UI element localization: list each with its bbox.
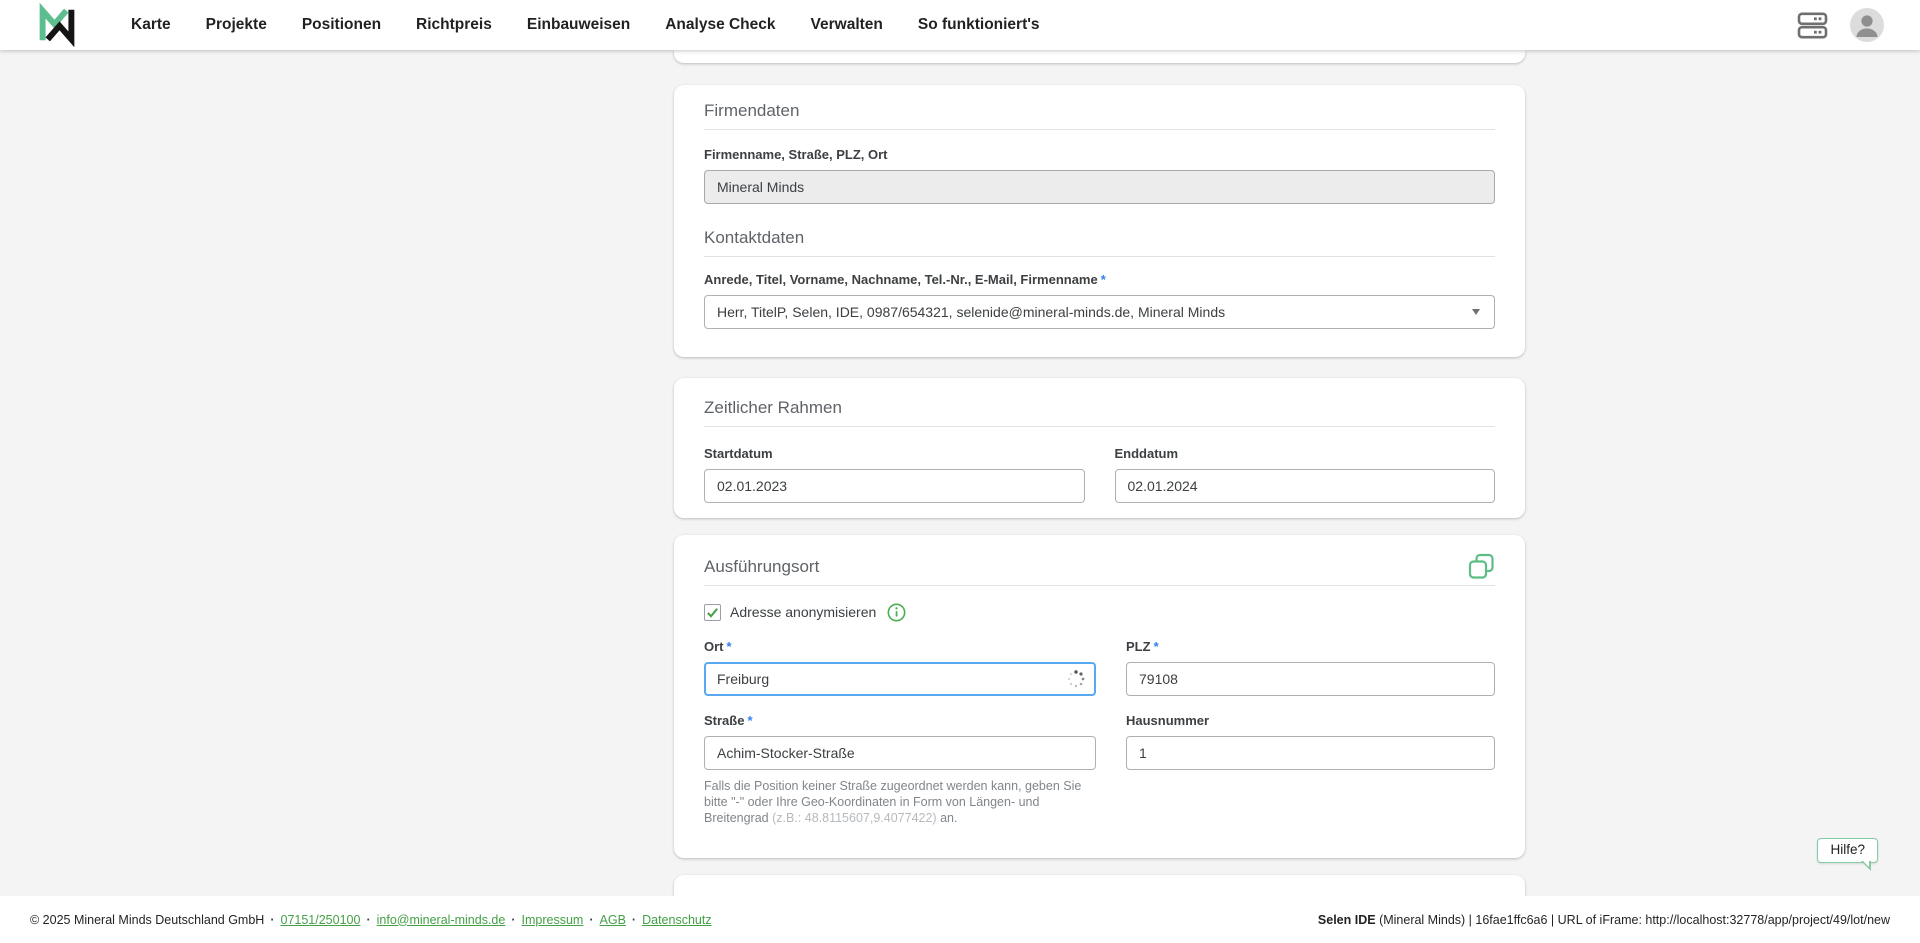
card-partial-top [674, 50, 1525, 63]
strasse-label: Straße* [704, 714, 1096, 728]
divider [704, 129, 1495, 130]
hausnummer-field: Hausnummer [1126, 714, 1495, 826]
footer-link-agb[interactable]: AGB [600, 913, 626, 927]
person-icon [1850, 8, 1884, 42]
section-title-ausfuehrungsort: Ausführungsort [704, 557, 819, 577]
nav-item-projekte[interactable]: Projekte [206, 16, 267, 34]
hint-example: (z.B.: 48.8115607,9.4077422) [772, 811, 936, 825]
navbar-right-actions [1797, 8, 1884, 42]
form-column: Firmendaten Firmenname, Straße, PLZ, Ort… [674, 50, 1525, 905]
server-rack-icon[interactable] [1797, 12, 1828, 39]
card-firmendaten: Firmendaten Firmenname, Straße, PLZ, Ort… [674, 85, 1525, 357]
divider [704, 426, 1495, 427]
required-marker: * [747, 713, 752, 728]
required-marker: * [1154, 639, 1159, 654]
ort-field: Ort* [704, 640, 1096, 696]
required-marker: * [727, 639, 732, 654]
footer-link-datenschutz[interactable]: Datenschutz [642, 913, 711, 927]
anonymize-checkbox[interactable] [704, 604, 721, 621]
status-line: Selen IDE (Mineral Minds) | 16fae1ffc6a6… [1318, 913, 1890, 927]
startdatum-label: Startdatum [704, 447, 1085, 461]
strasse-hint: Falls die Position keiner Straße zugeord… [704, 778, 1096, 826]
separator-dot: · [511, 913, 515, 927]
footer: © 2025 Mineral Minds Deutschland GmbH · … [0, 896, 1920, 943]
anonymize-row: Adresse anonymisieren [704, 602, 1495, 622]
user-avatar[interactable] [1850, 8, 1884, 42]
card-ausfuehrungsort: Ausführungsort Adresse anonymisieren [674, 535, 1525, 858]
contact-field-label-text: Anrede, Titel, Vorname, Nachname, Tel.-N… [704, 272, 1098, 287]
info-icon [887, 603, 906, 622]
divider [704, 256, 1495, 257]
hausnummer-input[interactable] [1126, 736, 1495, 770]
chevron-down-icon [1472, 309, 1480, 315]
main-navigation: Karte Projekte Positionen Richtpreis Ein… [131, 16, 1040, 34]
startdatum-field: Startdatum [704, 447, 1085, 503]
company-input[interactable] [704, 170, 1495, 204]
nav-item-so-funktionierts[interactable]: So funktioniert's [918, 16, 1040, 34]
divider [704, 585, 1495, 586]
info-button[interactable] [887, 603, 906, 622]
strasse-label-text: Straße [704, 713, 744, 728]
nav-item-karte[interactable]: Karte [131, 16, 171, 34]
ort-label: Ort* [704, 640, 1096, 654]
copy-icon [1468, 553, 1495, 580]
footer-link-phone[interactable]: 07151/250100 [281, 913, 361, 927]
plz-input[interactable] [1126, 662, 1495, 696]
separator-dot: · [589, 913, 593, 927]
plz-field: PLZ* [1126, 640, 1495, 696]
nav-item-positionen[interactable]: Positionen [302, 16, 381, 34]
nav-item-richtpreis[interactable]: Richtpreis [416, 16, 492, 34]
separator-dot: · [270, 913, 274, 927]
status-app-name: Selen IDE [1318, 913, 1376, 927]
nav-item-einbauweisen[interactable]: Einbauweisen [527, 16, 630, 34]
contact-select[interactable]: Herr, TitelP, Selen, IDE, 0987/654321, s… [704, 295, 1495, 329]
ort-input[interactable] [704, 662, 1096, 696]
copyright-text: © 2025 Mineral Minds Deutschland GmbH [30, 913, 264, 927]
contact-field-label: Anrede, Titel, Vorname, Nachname, Tel.-N… [704, 273, 1495, 287]
card-zeitlicher-rahmen: Zeitlicher Rahmen Startdatum Enddatum [674, 378, 1525, 518]
status-detail: (Mineral Minds) | 16fae1ffc6a6 | URL of … [1376, 913, 1890, 927]
hint-suffix: an. [937, 811, 958, 825]
section-title-zeitlicher-rahmen: Zeitlicher Rahmen [704, 398, 1495, 418]
mineral-minds-logo[interactable] [35, 3, 79, 47]
startdatum-input[interactable] [704, 469, 1085, 503]
ort-label-text: Ort [704, 639, 724, 654]
checkmark-icon [706, 606, 719, 619]
separator-dot: · [366, 913, 370, 927]
logo-icon [35, 3, 79, 47]
plz-label-text: PLZ [1126, 639, 1151, 654]
strasse-input[interactable] [704, 736, 1096, 770]
section-title-firmendaten: Firmendaten [704, 101, 1495, 121]
copy-button[interactable] [1468, 553, 1495, 580]
footer-left: © 2025 Mineral Minds Deutschland GmbH · … [30, 913, 712, 927]
nav-item-analyse-check[interactable]: Analyse Check [665, 16, 775, 34]
footer-link-email[interactable]: info@mineral-minds.de [377, 913, 506, 927]
separator-dot: · [632, 913, 636, 927]
enddatum-label: Enddatum [1115, 447, 1496, 461]
company-field-label: Firmenname, Straße, PLZ, Ort [704, 148, 1495, 162]
nav-item-verwalten[interactable]: Verwalten [811, 16, 883, 34]
footer-link-impressum[interactable]: Impressum [522, 913, 584, 927]
strasse-field: Straße* Falls die Position keiner Straße… [704, 714, 1096, 826]
top-navbar: Karte Projekte Positionen Richtpreis Ein… [0, 0, 1920, 50]
anonymize-label[interactable]: Adresse anonymisieren [730, 604, 876, 620]
help-button[interactable]: Hilfe? [1817, 838, 1878, 863]
hausnummer-label: Hausnummer [1126, 714, 1495, 728]
plz-label: PLZ* [1126, 640, 1495, 654]
enddatum-field: Enddatum [1115, 447, 1496, 503]
loading-spinner-icon [1066, 669, 1086, 689]
enddatum-input[interactable] [1115, 469, 1496, 503]
required-marker: * [1101, 272, 1106, 287]
section-title-kontaktdaten: Kontaktdaten [704, 228, 1495, 248]
contact-select-value: Herr, TitelP, Selen, IDE, 0987/654321, s… [717, 304, 1225, 320]
